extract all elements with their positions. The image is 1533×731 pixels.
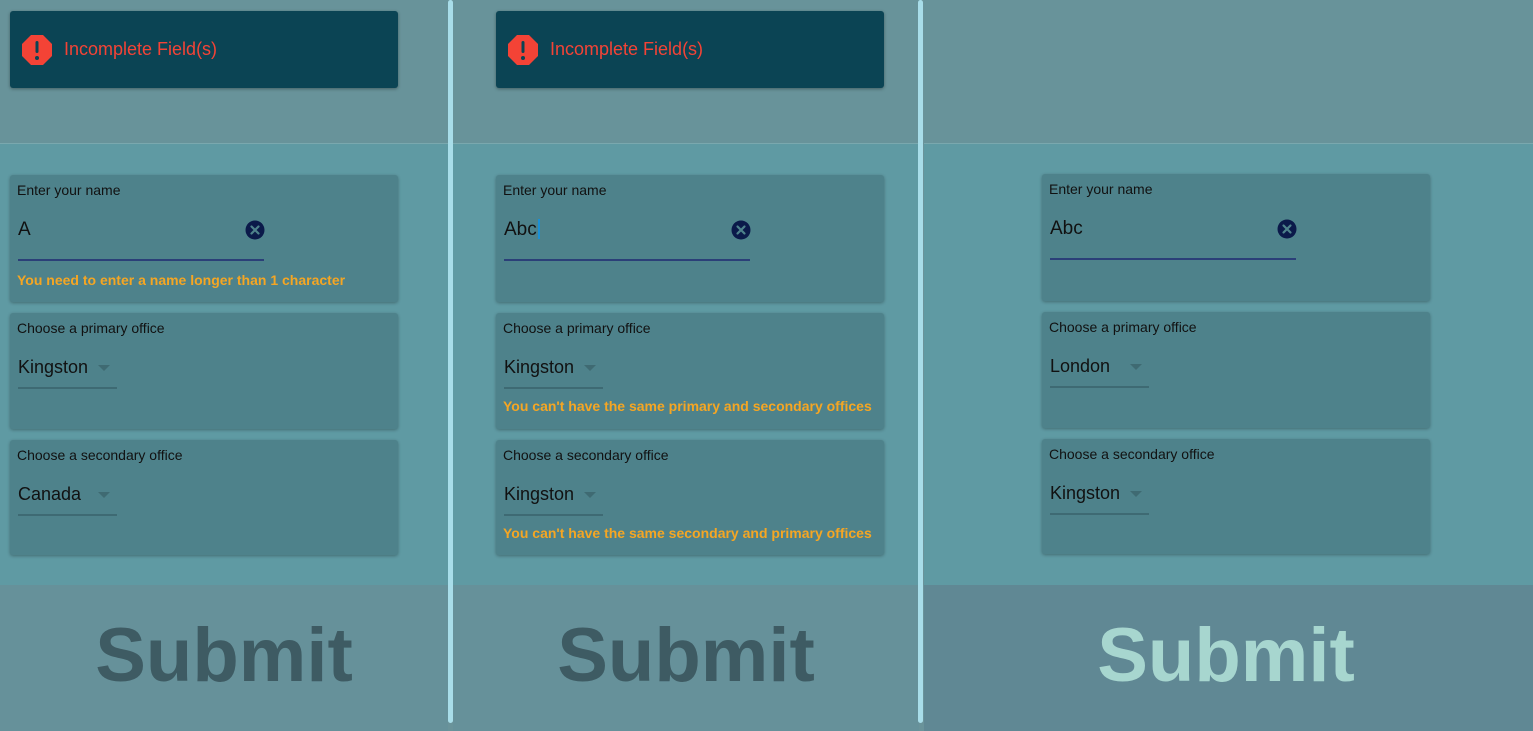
primary-office-label: Choose a primary office xyxy=(503,320,651,336)
form-panel-2: Incomplete Field(s) Enter your name Abc … xyxy=(453,0,919,731)
name-input[interactable]: Abc xyxy=(504,219,751,261)
submit-button[interactable]: Submit xyxy=(0,612,448,699)
caret-down-icon[interactable] xyxy=(98,492,110,498)
secondary-office-select[interactable]: Kingston xyxy=(504,484,603,516)
primary-office-select[interactable]: Kingston xyxy=(504,357,603,389)
name-label: Enter your name xyxy=(1049,181,1153,197)
primary-office-card: Choose a primary office London xyxy=(1042,312,1430,428)
clear-circle-icon[interactable] xyxy=(245,220,265,240)
alert-text: Incomplete Field(s) xyxy=(64,39,218,59)
secondary-office-card: Choose a secondary office Kingston xyxy=(1042,439,1430,554)
secondary-office-value[interactable]: Kingston xyxy=(504,484,574,505)
secondary-office-select[interactable]: Canada xyxy=(18,484,117,516)
primary-office-label: Choose a primary office xyxy=(17,320,165,336)
secondary-office-label: Choose a secondary office xyxy=(503,447,669,463)
primary-office-select[interactable]: London xyxy=(1050,356,1149,388)
name-input-value[interactable]: Abc xyxy=(504,219,540,241)
primary-office-label: Choose a primary office xyxy=(1049,319,1197,335)
name-input-value[interactable]: Abc xyxy=(1050,218,1083,240)
name-input[interactable]: A xyxy=(18,219,265,261)
secondary-office-card: Choose a secondary office Canada xyxy=(10,440,398,555)
secondary-office-select[interactable]: Kingston xyxy=(1050,483,1149,515)
panel-divider xyxy=(918,0,923,723)
caret-down-icon[interactable] xyxy=(584,492,596,498)
name-label: Enter your name xyxy=(17,182,121,198)
primary-office-card: Choose a primary office Kingston You can… xyxy=(496,313,884,429)
primary-office-error: You can't have the same primary and seco… xyxy=(503,398,872,414)
caret-down-icon[interactable] xyxy=(98,365,110,371)
alert-region xyxy=(924,0,1533,143)
name-card: Enter your name Abc xyxy=(1042,174,1430,301)
submit-button[interactable]: Submit xyxy=(453,612,919,699)
name-label: Enter your name xyxy=(503,182,607,198)
clear-circle-icon[interactable] xyxy=(1277,219,1297,239)
form-panel-3: Enter your name Abc Choose a primary off… xyxy=(924,0,1533,731)
name-input[interactable]: Abc xyxy=(1050,218,1297,260)
caret-down-icon[interactable] xyxy=(584,365,596,371)
secondary-office-card: Choose a secondary office Kingston You c… xyxy=(496,440,884,555)
caret-down-icon[interactable] xyxy=(1130,491,1142,497)
clear-circle-icon[interactable] xyxy=(731,220,751,240)
primary-office-value[interactable]: Kingston xyxy=(504,357,574,378)
name-error: You need to enter a name longer than 1 c… xyxy=(17,272,346,288)
primary-office-card: Choose a primary office Kingston xyxy=(10,313,398,429)
primary-office-value[interactable]: London xyxy=(1050,356,1110,377)
secondary-office-label: Choose a secondary office xyxy=(1049,446,1215,462)
submit-button[interactable]: Submit xyxy=(919,612,1533,699)
name-input-value[interactable]: A xyxy=(18,219,31,241)
secondary-office-label: Choose a secondary office xyxy=(17,447,183,463)
panel-divider xyxy=(448,0,453,723)
name-card: Enter your name Abc xyxy=(496,175,884,302)
caret-down-icon[interactable] xyxy=(1130,364,1142,370)
alert-text: Incomplete Field(s) xyxy=(550,39,704,59)
secondary-office-error: You can't have the same secondary and pr… xyxy=(503,525,872,541)
text-caret xyxy=(537,219,540,239)
exclamation-octagon-icon xyxy=(22,35,52,65)
name-card: Enter your name A You need to enter a na… xyxy=(10,175,398,302)
secondary-office-value[interactable]: Kingston xyxy=(1050,483,1120,504)
primary-office-value[interactable]: Kingston xyxy=(18,357,88,378)
primary-office-select[interactable]: Kingston xyxy=(18,357,117,389)
incomplete-fields-alert: Incomplete Field(s) xyxy=(10,11,398,88)
secondary-office-value[interactable]: Canada xyxy=(18,484,81,505)
exclamation-octagon-icon xyxy=(508,35,538,65)
incomplete-fields-alert: Incomplete Field(s) xyxy=(496,11,884,88)
form-panel-1: Incomplete Field(s) Enter your name A Yo… xyxy=(0,0,448,731)
